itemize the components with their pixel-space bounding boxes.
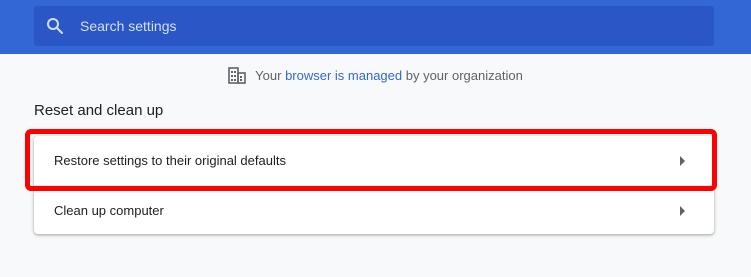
clean-up-computer-row[interactable]: Clean up computer xyxy=(34,185,714,235)
reset-card: Restore settings to their original defau… xyxy=(34,136,714,234)
managed-suffix: by your organization xyxy=(402,67,523,83)
settings-header: Search settings xyxy=(0,0,751,54)
arrow-right-icon xyxy=(680,155,688,166)
managed-notice: Your browser is managed by your organiza… xyxy=(0,62,751,88)
building-icon xyxy=(228,65,248,85)
search-icon xyxy=(46,17,64,35)
section-title: Reset and clean up xyxy=(34,102,164,119)
managed-prefix: Your xyxy=(255,67,286,83)
search-box[interactable]: Search settings xyxy=(34,6,714,46)
clean-up-computer-label: Clean up computer xyxy=(54,203,164,218)
restore-defaults-row[interactable]: Restore settings to their original defau… xyxy=(34,136,714,185)
arrow-right-icon xyxy=(680,205,688,216)
managed-link[interactable]: browser is managed xyxy=(285,68,402,83)
restore-defaults-label: Restore settings to their original defau… xyxy=(54,153,286,168)
search-input[interactable]: Search settings xyxy=(80,18,177,34)
